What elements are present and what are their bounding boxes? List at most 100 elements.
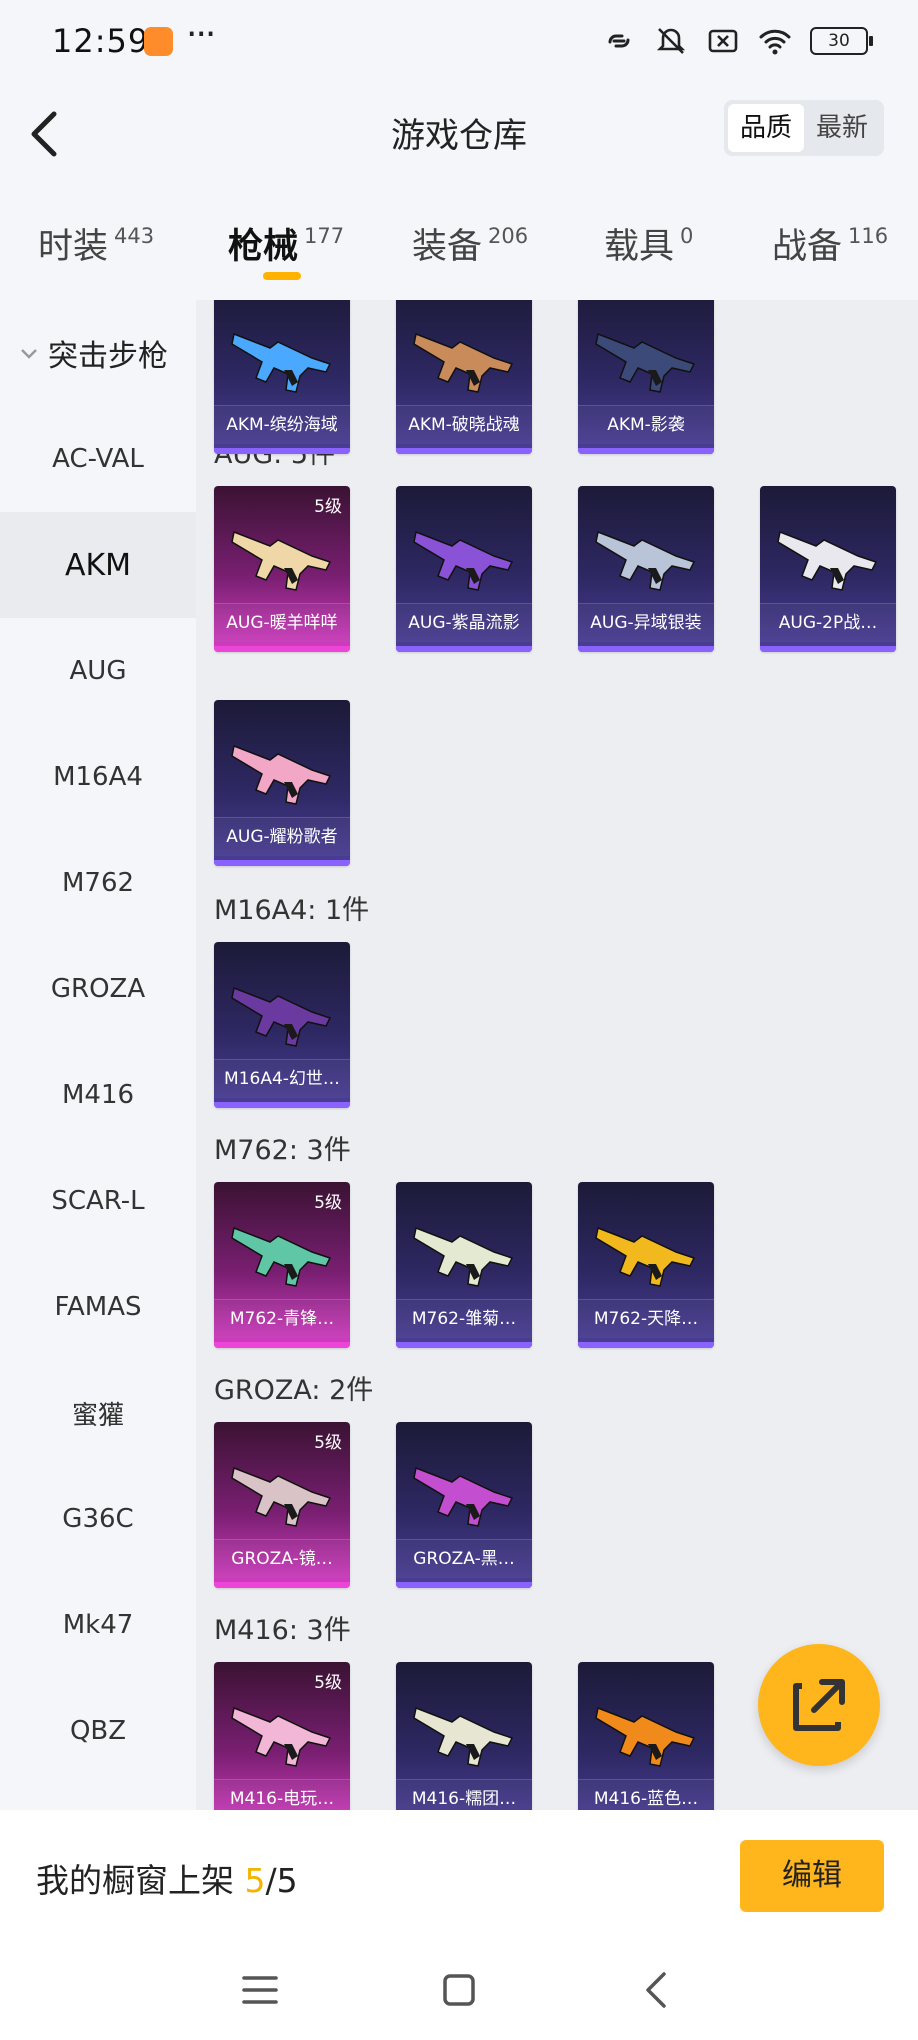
showcase-status: 我的橱窗上架 5/5 <box>36 1854 298 1902</box>
weapon-skin-image <box>231 744 332 805</box>
share-icon <box>793 1679 845 1731</box>
weapon-grid: AUG: 5件 M16A4: 1件 M762: 3件 GROZA: 2件 M41… <box>196 300 918 1810</box>
showcase-prefix: 我的橱窗上架 <box>36 1861 245 1900</box>
weapon-card[interactable]: AUG-2P战… <box>760 486 896 652</box>
weapon-card[interactable]: M762-天降… <box>578 1182 714 1348</box>
showcase-bar: 我的橱窗上架 5/5 编辑 <box>0 1810 918 1940</box>
weapon-card-label: AKM-缤纷海域 <box>214 405 350 444</box>
weapon-card-label: M416-蓝色… <box>578 1779 714 1810</box>
weapon-card[interactable]: M416-糯团… <box>396 1662 532 1810</box>
weapon-skin-image <box>231 332 332 393</box>
sidebar-group-assault-rifles[interactable]: 突击步枪 <box>0 300 196 406</box>
sidebar-item-scar-l[interactable]: SCAR-L <box>0 1148 196 1254</box>
chevron-down-icon <box>21 349 37 359</box>
system-nav-bar <box>0 1940 918 2040</box>
back-nav-icon[interactable] <box>634 1966 682 2014</box>
weapon-card-label: GROZA-黑… <box>396 1539 532 1578</box>
tab-vehicles[interactable]: 载具 0 <box>604 218 693 269</box>
sidebar-item-qbz[interactable]: QBZ <box>0 1678 196 1784</box>
edit-button[interactable]: 编辑 <box>740 1840 884 1912</box>
weapon-card[interactable]: M762-雏菊… <box>396 1182 532 1348</box>
rarity-bar <box>578 646 714 652</box>
weapon-card-label: AUG-耀粉歌者 <box>214 817 350 856</box>
tab-count: 206 <box>488 224 529 248</box>
sidebar-item-groza[interactable]: GROZA <box>0 936 196 1042</box>
showcase-current: 5 <box>244 1861 266 1900</box>
weapon-card[interactable]: AUG-紫晶流影 <box>396 486 532 652</box>
tab-equipment[interactable]: 装备 206 <box>412 218 528 269</box>
sidebar-item-aug[interactable]: AUG <box>0 618 196 724</box>
weapon-card-label: M416-糯团… <box>396 1779 532 1810</box>
sidebar-item-m16a4[interactable]: M16A4 <box>0 724 196 830</box>
weapon-card-label: M762-天降… <box>578 1299 714 1338</box>
weapon-card[interactable]: AUG-耀粉歌者 <box>214 700 350 866</box>
tab-combat-supplies[interactable]: 战备 116 <box>772 218 888 269</box>
section-title-m416: M416: 3件 <box>214 1615 351 1646</box>
sort-toggle: 品质 最新 <box>724 100 884 156</box>
sidebar-item-mk47[interactable]: Mk47 <box>0 1572 196 1678</box>
sort-option-latest[interactable]: 最新 <box>804 104 880 152</box>
sidebar-item-ac-val[interactable]: AC-VAL <box>0 406 196 512</box>
rarity-bar <box>578 448 714 454</box>
share-button[interactable] <box>758 1644 880 1766</box>
tab-count: 0 <box>680 224 694 248</box>
rarity-bar <box>214 860 350 866</box>
weapon-skin-image <box>595 530 696 591</box>
weapon-skin-image <box>231 1466 332 1527</box>
level-badge: 5级 <box>314 1193 342 1213</box>
sidebar-item-famas[interactable]: FAMAS <box>0 1254 196 1360</box>
tab-firearms[interactable]: 枪械 177 <box>228 218 344 269</box>
weapon-card[interactable]: AUG-异域银装 <box>578 486 714 652</box>
weapon-skin-image <box>413 1466 514 1527</box>
sidebar-item-m416[interactable]: M416 <box>0 1042 196 1148</box>
home-icon[interactable] <box>435 1966 483 2014</box>
weapon-card-label: M16A4-幻世… <box>214 1059 350 1098</box>
tab-label: 载具 <box>604 227 675 267</box>
sidebar-item-g36c[interactable]: G36C <box>0 1466 196 1572</box>
section-title-m762: M762: 3件 <box>214 1135 351 1166</box>
weapon-card[interactable]: 5级 M762-青锋… <box>214 1182 350 1348</box>
weapon-card[interactable]: 5级 AUG-暖羊咩咩 <box>214 486 350 652</box>
sidebar-item-honey-badger[interactable]: 蜜獾 <box>0 1360 196 1466</box>
weapon-skin-image <box>231 1706 332 1767</box>
weapon-card[interactable]: M416-蓝色… <box>578 1662 714 1810</box>
weapon-skin-image <box>413 1706 514 1767</box>
weapon-skin-image <box>595 332 696 393</box>
sim-x-icon <box>708 29 738 53</box>
weapon-skin-image <box>413 1226 514 1287</box>
sidebar-item-akm[interactable]: AKM <box>0 512 196 618</box>
weapon-card[interactable]: M16A4-幻世… <box>214 942 350 1108</box>
rarity-bar <box>760 646 896 652</box>
section-title-m16a4: M16A4: 1件 <box>214 895 370 926</box>
more-notifications-icon: ··· <box>186 14 216 55</box>
status-time: 12:59 <box>52 22 150 60</box>
weapon-card[interactable]: AKM-影袭 <box>578 300 714 454</box>
rarity-bar <box>214 448 350 454</box>
rarity-bar <box>214 646 350 652</box>
level-badge: 5级 <box>314 497 342 517</box>
rarity-bar <box>396 448 532 454</box>
menu-icon[interactable] <box>236 1966 284 2014</box>
weapon-card[interactable]: 5级 M416-电玩… <box>214 1662 350 1810</box>
app-notification-icon <box>144 27 173 56</box>
tab-count: 177 <box>304 224 345 248</box>
tab-label: 枪械 <box>228 227 299 267</box>
rarity-bar <box>396 1582 532 1588</box>
weapon-card-label: AUG-紫晶流影 <box>396 603 532 642</box>
mute-icon <box>656 28 686 54</box>
weapon-skin-image <box>595 1226 696 1287</box>
weapon-card-label: GROZA-镜… <box>214 1539 350 1578</box>
sidebar-item-m762[interactable]: M762 <box>0 830 196 936</box>
weapon-card[interactable]: 5级 GROZA-镜… <box>214 1422 350 1588</box>
tab-fashion[interactable]: 时装 443 <box>38 218 154 269</box>
weapon-skin-image <box>777 530 878 591</box>
weapon-card[interactable]: AKM-缤纷海域 <box>214 300 350 454</box>
weapon-card-label: AKM-影袭 <box>578 405 714 444</box>
rarity-bar <box>396 1342 532 1348</box>
weapon-card[interactable]: GROZA-黑… <box>396 1422 532 1588</box>
level-badge: 5级 <box>314 1673 342 1693</box>
rarity-bar <box>214 1102 350 1108</box>
weapon-card[interactable]: AKM-破晓战魂 <box>396 300 532 454</box>
sort-option-quality[interactable]: 品质 <box>728 104 804 152</box>
tab-count: 443 <box>114 224 155 248</box>
